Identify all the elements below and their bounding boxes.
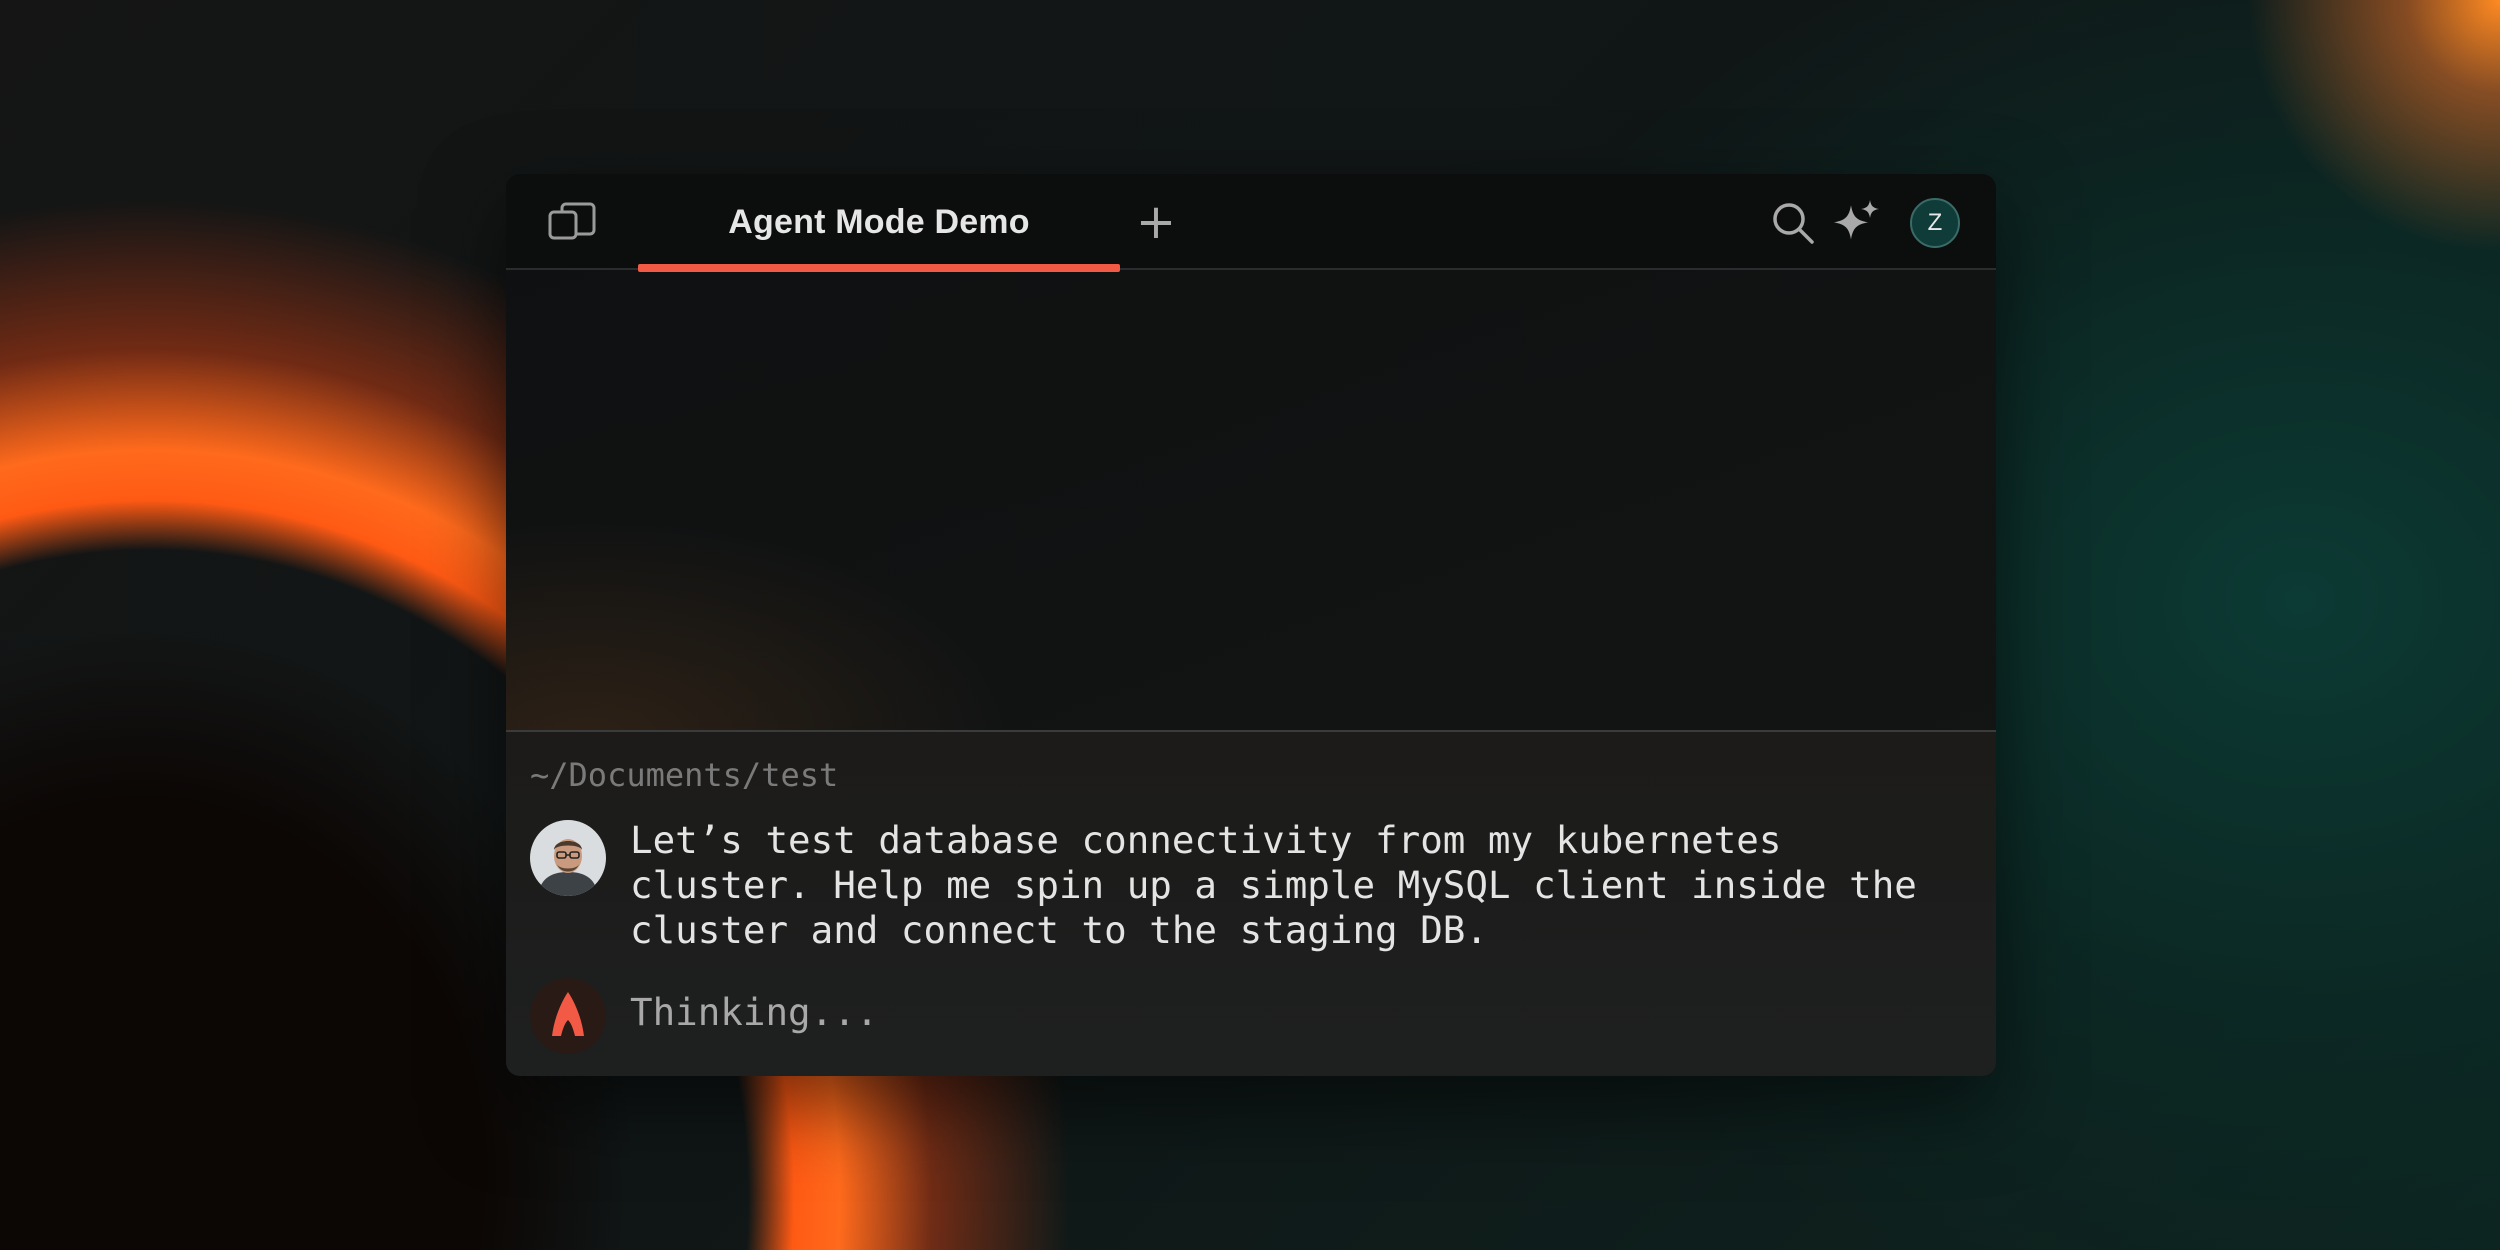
sparkle-icon[interactable] <box>1832 198 1882 248</box>
agent-input-panel: ~/Documents/test Let’s test database con… <box>506 730 1996 1076</box>
tab-agent-mode-demo[interactable]: Agent Mode Demo <box>638 174 1120 270</box>
account-avatar[interactable]: Z <box>1910 198 1960 248</box>
user-prompt: Let’s test database connectivity from my… <box>630 818 1940 952</box>
active-tab-indicator <box>638 264 1120 272</box>
split-panel-icon[interactable] <box>548 202 598 242</box>
tab-bar: Agent Mode Demo + Z <box>506 174 1996 272</box>
current-directory: ~/Documents/test <box>530 756 839 794</box>
user-avatar <box>530 820 606 896</box>
new-tab-button[interactable]: + <box>1128 192 1184 252</box>
tab-label: Agent Mode Demo <box>728 202 1030 241</box>
desktop-background: { "tabbar": { "panel_icon": "split-panel… <box>0 0 2500 1250</box>
agent-icon <box>530 978 606 1054</box>
terminal-window: Agent Mode Demo + Z ~/Documents/test Let… <box>506 174 1996 1076</box>
search-icon[interactable] <box>1770 200 1816 246</box>
terminal-output-area <box>506 272 1996 730</box>
agent-status: Thinking... <box>630 990 879 1034</box>
